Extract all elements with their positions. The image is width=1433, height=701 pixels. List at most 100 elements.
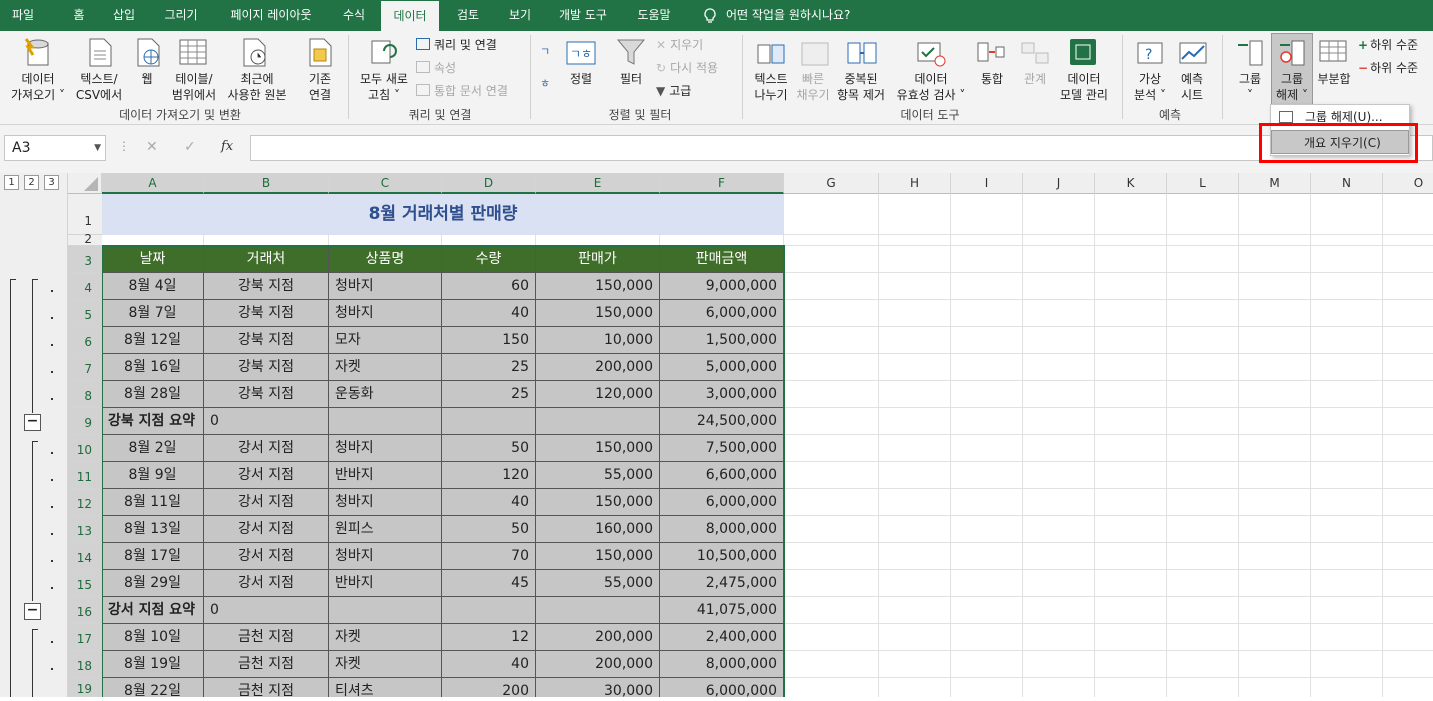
- edit-links-button[interactable]: 통합 문서 연결: [416, 82, 508, 100]
- outline-level-1-button[interactable]: 1: [4, 175, 19, 190]
- insert-function-icon[interactable]: fx: [221, 139, 233, 154]
- queries-label: 쿼리 및 연결: [434, 38, 497, 52]
- what-if-button[interactable]: 가상 분석 ˅: [1128, 71, 1172, 103]
- name-box-chevron-icon[interactable]: ▼: [94, 136, 101, 160]
- text-to-columns-button[interactable]: 텍스트 나누기: [748, 71, 794, 103]
- row-header-6[interactable]: 6: [68, 327, 102, 354]
- row-header-4[interactable]: 4: [68, 273, 102, 300]
- ungroup-button[interactable]: 그룹 해제 ˅: [1272, 71, 1312, 103]
- tab-file[interactable]: 파일: [4, 0, 42, 31]
- properties-button[interactable]: 속성: [416, 59, 456, 77]
- outline-level-2-button[interactable]: 2: [24, 175, 39, 190]
- tab-page-layout[interactable]: 페이지 레이아웃: [218, 0, 324, 31]
- group-button[interactable]: 그룹 ˅: [1232, 71, 1268, 103]
- worksheet-grid[interactable]: 8월 거래처별 판매량 날짜 거래처 상품명 수량 판매가 판매금액 8월 4일 강북 지점 청바…: [102, 194, 1433, 697]
- column-header-I[interactable]: I: [951, 173, 1023, 194]
- row-header-18[interactable]: 18: [68, 651, 102, 678]
- column-header-M[interactable]: M: [1239, 173, 1311, 194]
- tab-draw[interactable]: 그리기: [156, 0, 206, 31]
- row-header-17[interactable]: 17: [68, 624, 102, 651]
- row-header-10[interactable]: 10: [68, 435, 102, 462]
- sort-button[interactable]: 정렬: [564, 71, 598, 87]
- outline-level-3-button[interactable]: 3: [44, 175, 59, 190]
- row-header-1[interactable]: 1: [68, 194, 102, 235]
- subtotal-button[interactable]: 부분합: [1314, 71, 1354, 87]
- column-header-F[interactable]: F: [660, 173, 784, 194]
- refresh-all-button[interactable]: 모두 새로 고침 ˅: [356, 71, 412, 103]
- row-header-7[interactable]: 7: [68, 354, 102, 381]
- get-data-button[interactable]: 데이터 가져오기 ˅: [8, 71, 68, 103]
- tell-me-search[interactable]: 어떤 작업을 원하시나요?: [726, 0, 876, 31]
- name-box[interactable]: A3 ▼: [4, 135, 106, 161]
- sheet-title[interactable]: 8월 거래처별 판매량: [102, 194, 784, 235]
- row-header-15[interactable]: 15: [68, 570, 102, 597]
- existing-connections-button[interactable]: 기존 연결: [300, 71, 340, 103]
- group-icon: [1236, 39, 1264, 70]
- row-header-11[interactable]: 11: [68, 462, 102, 489]
- show-detail-button[interactable]: + 하위 수준: [1358, 36, 1418, 54]
- column-header-E[interactable]: E: [536, 173, 660, 194]
- row-header-16[interactable]: 16: [68, 597, 102, 624]
- table-range-button[interactable]: 테이블/범위에서: [166, 71, 222, 103]
- gridline: [878, 194, 879, 697]
- tab-developer[interactable]: 개발 도구: [550, 0, 616, 31]
- advanced-filter-button[interactable]: ▼ 고급: [656, 82, 691, 100]
- outline-gutter: 1 2 3 − −: [0, 173, 68, 697]
- row-header-19[interactable]: 19: [68, 678, 102, 697]
- column-header-L[interactable]: L: [1167, 173, 1239, 194]
- enter-icon[interactable]: ✓: [184, 139, 196, 155]
- queries-connections-button[interactable]: 쿼리 및 연결: [416, 36, 497, 54]
- column-header-B[interactable]: B: [204, 173, 329, 194]
- reapply-button[interactable]: ↻ 다시 적용: [656, 59, 718, 77]
- cancel-icon[interactable]: ✕: [146, 139, 158, 155]
- column-header-J[interactable]: J: [1023, 173, 1095, 194]
- web-button[interactable]: 웹: [132, 71, 162, 87]
- subtotal-icon: [1318, 39, 1348, 66]
- column-header-H[interactable]: H: [879, 173, 951, 194]
- collapse-group-2-button[interactable]: −: [24, 603, 41, 620]
- relationships-button[interactable]: 관계: [1018, 71, 1052, 87]
- tab-insert[interactable]: 삽입: [104, 0, 144, 31]
- tab-help[interactable]: 도움말: [628, 0, 680, 31]
- filter-button[interactable]: 필터: [614, 71, 648, 87]
- text-csv-button[interactable]: 텍스트/CSV에서: [72, 71, 126, 103]
- hide-detail-button[interactable]: − 하위 수준: [1358, 59, 1418, 77]
- row-header-5[interactable]: 5: [68, 300, 102, 327]
- row-header-2[interactable]: 2: [68, 233, 102, 246]
- row-header-8[interactable]: 8: [68, 381, 102, 408]
- row-header-14[interactable]: 14: [68, 543, 102, 570]
- column-header-O[interactable]: O: [1383, 173, 1433, 194]
- clear-filter-button[interactable]: ✕ 지우기: [656, 36, 703, 54]
- column-header-N[interactable]: N: [1311, 173, 1383, 194]
- relationships-icon: [1020, 39, 1050, 70]
- forecast-sheet-button[interactable]: 예측 시트: [1172, 71, 1212, 103]
- data-validation-button[interactable]: 데이터 유효성 검사 ˅: [890, 71, 972, 103]
- collapse-group-1-button[interactable]: −: [24, 414, 41, 431]
- tab-formulas[interactable]: 수식: [334, 0, 374, 31]
- svg-text:ㄱㅎ: ㄱㅎ: [570, 47, 592, 61]
- recent-sources-button[interactable]: 최근에 사용한 원본: [224, 71, 290, 103]
- tab-home[interactable]: 홈: [60, 0, 98, 31]
- data-model-button[interactable]: 데이터 모델 관리: [1054, 71, 1114, 103]
- tab-review[interactable]: 검토: [448, 0, 488, 31]
- column-header-A[interactable]: A: [102, 173, 204, 194]
- row-header-3[interactable]: 3: [68, 246, 102, 273]
- flash-fill-button[interactable]: 빠른 채우기: [794, 71, 832, 103]
- remove-duplicates-button[interactable]: 중복된 항목 제거: [832, 71, 890, 103]
- ungroup-label-2: 해제 ˅: [1276, 88, 1308, 102]
- gridline: [1238, 194, 1239, 697]
- tab-data[interactable]: 데이터: [381, 1, 439, 31]
- row-header-13[interactable]: 13: [68, 516, 102, 543]
- formula-input[interactable]: [250, 135, 1433, 161]
- row-header-9[interactable]: 9: [68, 408, 102, 435]
- edit-links-icon: [416, 84, 430, 96]
- consolidate-button[interactable]: 통합: [974, 71, 1010, 87]
- column-header-G[interactable]: G: [784, 173, 879, 194]
- select-all-button[interactable]: [68, 173, 102, 194]
- column-header-K[interactable]: K: [1095, 173, 1167, 194]
- column-header-C[interactable]: C: [329, 173, 442, 194]
- tab-view[interactable]: 보기: [500, 0, 540, 31]
- remove-dup-label-2: 항목 제거: [837, 88, 885, 102]
- row-header-12[interactable]: 12: [68, 489, 102, 516]
- column-header-D[interactable]: D: [442, 173, 536, 194]
